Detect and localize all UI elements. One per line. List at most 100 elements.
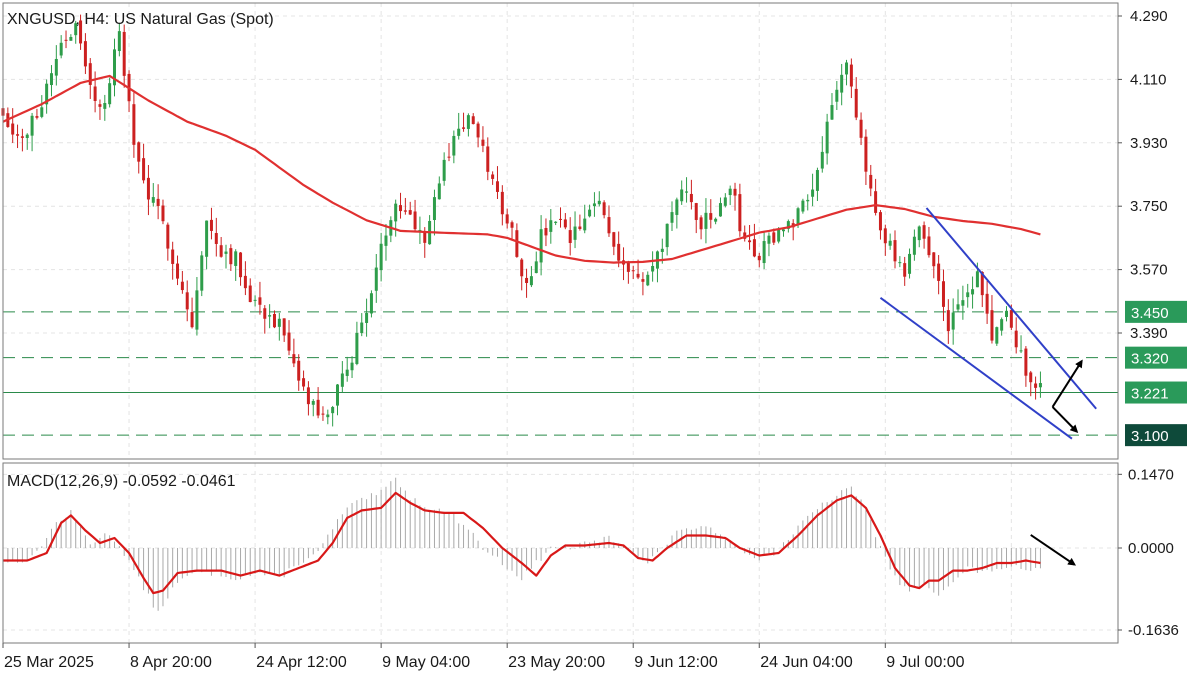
candle-body xyxy=(292,354,296,364)
candle-body xyxy=(83,41,87,67)
candle-body xyxy=(486,146,490,172)
candle-body xyxy=(641,279,645,282)
candle-body xyxy=(874,191,878,213)
macd-y-tick-label: -0.1636 xyxy=(1128,622,1179,639)
grid-layer xyxy=(2,3,1118,643)
candle-body xyxy=(137,142,141,162)
candle-body xyxy=(849,64,853,87)
candle-body xyxy=(539,229,543,263)
y-tick-label: 4.290 xyxy=(1130,8,1168,25)
candle-body xyxy=(563,219,567,228)
price-panel-frame xyxy=(2,2,1119,460)
macd-y-tick-label: 0.1470 xyxy=(1128,466,1174,483)
x-tick-label: 24 Apr 12:00 xyxy=(256,654,347,671)
candle-body xyxy=(49,73,53,86)
chart-canvas: 4.290 4.110 3.930 3.750 3.570 3.390 3.450 3.320… xyxy=(1,2,1187,671)
panel-frames xyxy=(2,2,1119,644)
candle-body xyxy=(772,232,776,243)
y-tick-label: 3.750 xyxy=(1130,198,1168,215)
candle-body xyxy=(966,292,970,298)
candle-body xyxy=(69,36,73,41)
candle-body xyxy=(796,208,800,225)
candle-body xyxy=(239,252,243,278)
candle-body xyxy=(689,193,693,203)
candle-body xyxy=(142,158,146,181)
candle-body xyxy=(1019,350,1023,352)
candle-body xyxy=(146,177,150,200)
candle-body xyxy=(151,197,155,203)
candle-body xyxy=(554,221,558,223)
candle-body xyxy=(680,189,684,202)
candle-body xyxy=(714,218,718,222)
candle-body xyxy=(64,39,68,41)
candle-body xyxy=(229,248,233,265)
candle-body xyxy=(927,236,931,256)
candle-body xyxy=(820,151,824,169)
candle-body xyxy=(442,159,446,181)
candle-body xyxy=(723,197,727,206)
candle-body xyxy=(636,273,640,278)
candle-body xyxy=(132,104,136,145)
x-tick-label: 9 Jun 12:00 xyxy=(634,654,718,671)
candle-body xyxy=(171,249,175,264)
candle-body xyxy=(529,276,533,286)
candle-body xyxy=(525,277,529,284)
candle-body xyxy=(209,219,213,231)
candle-body xyxy=(985,293,989,314)
candle-body xyxy=(878,212,882,231)
candle-body xyxy=(156,198,160,206)
candle-body xyxy=(685,191,689,193)
candle-body xyxy=(59,42,63,56)
candle-body xyxy=(457,128,461,136)
candle-body xyxy=(355,332,359,364)
candle-body xyxy=(1038,383,1042,388)
candle-body xyxy=(248,285,252,303)
candle-body xyxy=(316,399,320,416)
candle-body xyxy=(588,209,592,217)
candle-body xyxy=(30,115,34,136)
macd-title: MACD(12,26,9) -0.0592 -0.0461 xyxy=(7,473,236,490)
candle-body xyxy=(573,226,577,240)
candle-body xyxy=(272,314,276,328)
candle-body xyxy=(103,102,107,109)
candle-body xyxy=(219,245,223,257)
level-label: 3.100 xyxy=(1131,428,1169,445)
candle-body xyxy=(282,318,286,336)
candle-body xyxy=(1005,310,1008,317)
candle-body xyxy=(369,293,373,314)
candle-body xyxy=(859,119,863,138)
candle-body xyxy=(263,308,267,319)
y-tick-label: 3.390 xyxy=(1130,325,1168,342)
x-tick-label: 9 May 04:00 xyxy=(382,654,470,671)
candle-body xyxy=(675,199,679,215)
candle-body xyxy=(180,281,184,291)
candle-body xyxy=(534,261,538,274)
candle-body xyxy=(1000,319,1004,331)
candle-body xyxy=(777,229,781,242)
candle-body xyxy=(549,220,553,232)
x-tick-label: 24 Jun 04:00 xyxy=(760,654,853,671)
candle-body xyxy=(811,189,815,197)
macd-arrow xyxy=(1030,534,1077,566)
candle-body xyxy=(544,227,548,236)
candle-body xyxy=(762,241,766,264)
candle-body xyxy=(297,360,301,381)
candle-body xyxy=(268,315,272,317)
candle-body xyxy=(326,414,330,418)
candle-body xyxy=(98,104,102,107)
candle-body xyxy=(54,58,58,76)
candle-body xyxy=(476,123,480,138)
candle-body xyxy=(1014,330,1018,348)
candle-body xyxy=(752,239,756,257)
candle-body xyxy=(384,235,388,246)
candle-body xyxy=(631,270,635,272)
candle-body xyxy=(956,304,960,310)
candle-body xyxy=(704,212,708,229)
candle-body xyxy=(951,312,955,330)
candle-body xyxy=(520,259,524,277)
candle-body xyxy=(559,218,562,220)
candle-body xyxy=(447,156,451,158)
candle-body xyxy=(243,275,247,289)
candle-body xyxy=(1029,372,1033,383)
candle-body xyxy=(869,174,873,189)
